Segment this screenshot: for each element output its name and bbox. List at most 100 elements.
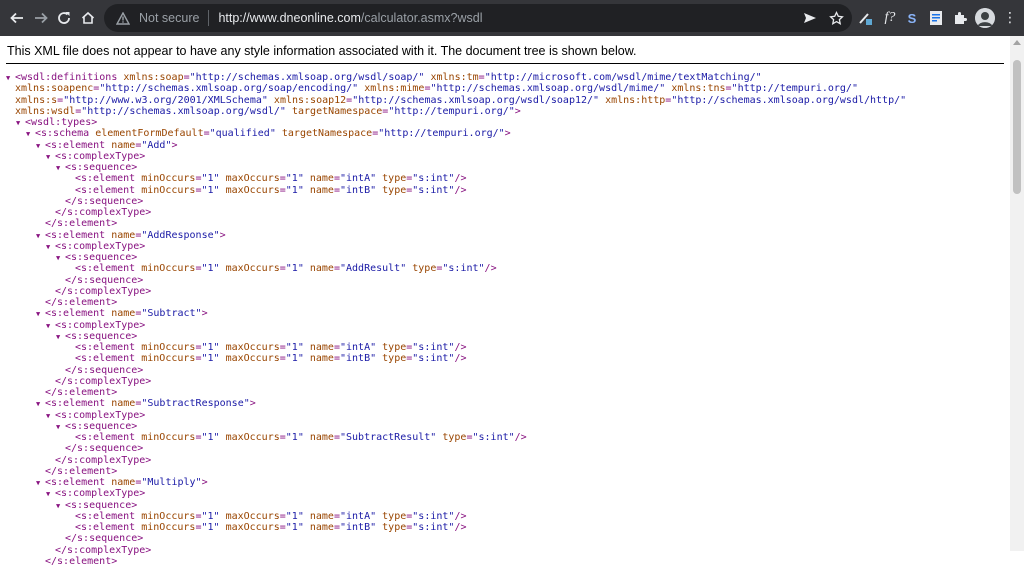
xml-field-line: <s:element minOccurs="1" maxOccurs="1" n… — [6, 185, 906, 196]
collapse-triangle-icon[interactable]: ▼ — [36, 399, 45, 410]
collapse-triangle-icon[interactable]: ▼ — [36, 478, 45, 489]
collapse-triangle-icon[interactable]: ▼ — [56, 332, 65, 343]
xml-attr-value: "s:int" — [412, 173, 455, 185]
collapse-triangle-icon[interactable]: ▼ — [56, 253, 65, 264]
xml-tag: </s:sequence> — [65, 364, 144, 376]
xml-attr-name: targetNamespace — [281, 128, 373, 140]
puzzle-icon[interactable] — [950, 8, 970, 28]
collapse-triangle-icon[interactable]: ▼ — [46, 411, 55, 422]
xml-close-line: </s:sequence> — [6, 196, 906, 207]
xml-tag: <s:complexType> — [55, 409, 146, 421]
xml-close-line: </s:complexType> — [6, 455, 906, 466]
collapse-triangle-icon[interactable]: ▼ — [56, 501, 65, 512]
xml-attr-name: name — [309, 173, 334, 185]
collapse-triangle-icon[interactable]: ▼ — [46, 489, 55, 500]
xml-attr-name: xmlns:wsdl — [15, 105, 76, 117]
bookmark-star-icon[interactable] — [826, 8, 846, 28]
xml-attr-name: type — [412, 263, 437, 275]
menu-kebab-icon[interactable]: ⋮ — [997, 5, 1023, 31]
xml-attr-value: "s:int" — [412, 522, 455, 533]
xml-attr-name: xmlns:s — [15, 94, 58, 106]
xml-tag: <s:complexType> — [55, 240, 146, 252]
back-icon[interactable] — [4, 5, 30, 31]
xml-attr-value: "1" — [285, 173, 304, 185]
xml-tag: </s:element> — [45, 465, 118, 477]
xml-attr-name: type — [382, 353, 407, 365]
vertical-scrollbar[interactable] — [1010, 36, 1024, 551]
xml-sequence-line: ▼ <s:sequence> — [6, 500, 906, 511]
reload-icon[interactable] — [51, 5, 77, 31]
not-secure-label[interactable]: Not secure — [139, 11, 199, 25]
xml-attr-name: maxOccurs — [225, 510, 280, 522]
xml-tag: </s:element> — [45, 387, 118, 398]
xml-tag: > — [171, 139, 178, 151]
home-icon[interactable] — [75, 5, 101, 31]
xml-field-line: <s:element minOccurs="1" maxOccurs="1" n… — [6, 511, 906, 522]
xml-complextype-line: ▼ <s:complexType> — [6, 151, 906, 162]
xml-attr-name: xmlns:soap12 — [273, 94, 347, 106]
collapse-triangle-icon[interactable]: ▼ — [36, 231, 45, 242]
collapse-triangle-icon[interactable]: ▼ — [56, 422, 65, 433]
xml-attr-value: "1" — [285, 184, 304, 196]
xml-tag: <s:element — [45, 308, 106, 320]
collapse-triangle-icon[interactable]: ▼ — [46, 321, 55, 332]
xml-tag: /> — [454, 510, 467, 522]
xml-attr-name: minOccurs — [141, 342, 196, 353]
pen-extension-icon[interactable] — [855, 8, 875, 28]
s-extension-icon[interactable]: S — [902, 8, 922, 28]
xml-attr-name: type — [382, 342, 407, 353]
xml-attr-value: "1" — [285, 432, 304, 443]
xml-tag: <s:element — [75, 353, 136, 365]
xml-close-line: </s:sequence> — [6, 365, 906, 376]
xml-tag: <s:element — [45, 477, 106, 488]
xml-sequence-line: ▼ <s:sequence> — [6, 162, 906, 173]
xml-field-line: <s:element minOccurs="1" maxOccurs="1" n… — [6, 353, 906, 364]
collapse-triangle-icon[interactable]: ▼ — [56, 163, 65, 174]
xml-info-message: This XML file does not appear to have an… — [7, 44, 637, 58]
xml-field-line: <s:element minOccurs="1" maxOccurs="1" n… — [6, 263, 906, 274]
doc-extension-icon[interactable] — [926, 8, 946, 28]
scroll-up-arrow-icon[interactable] — [1013, 40, 1021, 45]
xml-attr-name: name — [111, 477, 136, 488]
xml-attr-value: "SubtractResult" — [340, 432, 437, 443]
xml-attr-value: "http://schemas.xmlsoap.org/wsdl/http/" — [671, 94, 907, 106]
collapse-triangle-icon[interactable]: ▼ — [26, 129, 35, 140]
xml-tag: <s:element — [75, 184, 136, 196]
xml-attr-value: "Multiply" — [141, 477, 202, 488]
xml-tag: </s:complexType> — [55, 375, 152, 387]
collapse-triangle-icon[interactable]: ▼ — [16, 118, 25, 129]
scrollbar-thumb[interactable] — [1013, 60, 1021, 194]
xml-attr-value: "intA" — [340, 173, 377, 185]
collapse-triangle-icon[interactable]: ▼ — [36, 141, 45, 152]
warning-icon[interactable] — [115, 10, 131, 26]
xml-attr-name: type — [382, 173, 407, 185]
xml-complextype-line: ▼ <s:complexType> — [6, 410, 906, 421]
xml-root-attrs: xmlns:s="http://www.w3.org/2001/XMLSchem… — [6, 95, 906, 106]
send-icon[interactable] — [800, 8, 820, 28]
collapse-triangle-icon[interactable]: ▼ — [6, 73, 15, 84]
xml-tag: </s:element> — [45, 297, 118, 308]
address-bar[interactable]: Not secure http://www.dneonline.com/calc… — [104, 4, 852, 32]
xml-tag: <s:complexType> — [55, 319, 146, 331]
xml-attr-name: type — [382, 522, 407, 533]
xml-attr-value: "intB" — [340, 522, 377, 533]
xml-tag: </s:complexType> — [55, 207, 152, 218]
collapse-triangle-icon[interactable]: ▼ — [46, 152, 55, 163]
xml-attr-name: name — [111, 398, 136, 410]
xml-field-line: <s:element minOccurs="1" maxOccurs="1" n… — [6, 342, 906, 353]
xml-element-line: ▼ <s:element name="AddResponse"> — [6, 230, 906, 241]
xml-attr-name: name — [309, 263, 334, 275]
collapse-triangle-icon[interactable]: ▼ — [36, 309, 45, 320]
formula-extension-icon[interactable]: f? — [880, 8, 900, 28]
xml-tag: </s:sequence> — [65, 533, 144, 545]
avatar[interactable] — [975, 8, 995, 28]
xml-attr-name: xmlns:tm — [430, 72, 479, 83]
xml-attr-value: "s:int" — [442, 263, 485, 275]
xml-root-attrs: xmlns:wsdl="http://schemas.xmlsoap.org/w… — [6, 106, 906, 117]
xml-attr-value: "intA" — [340, 510, 377, 522]
xml-tag: /> — [454, 173, 467, 185]
xml-tag: <s:element — [45, 139, 106, 151]
collapse-triangle-icon[interactable]: ▼ — [46, 242, 55, 253]
xml-tag: </s:sequence> — [65, 443, 144, 455]
xml-attr-name: minOccurs — [141, 510, 196, 522]
